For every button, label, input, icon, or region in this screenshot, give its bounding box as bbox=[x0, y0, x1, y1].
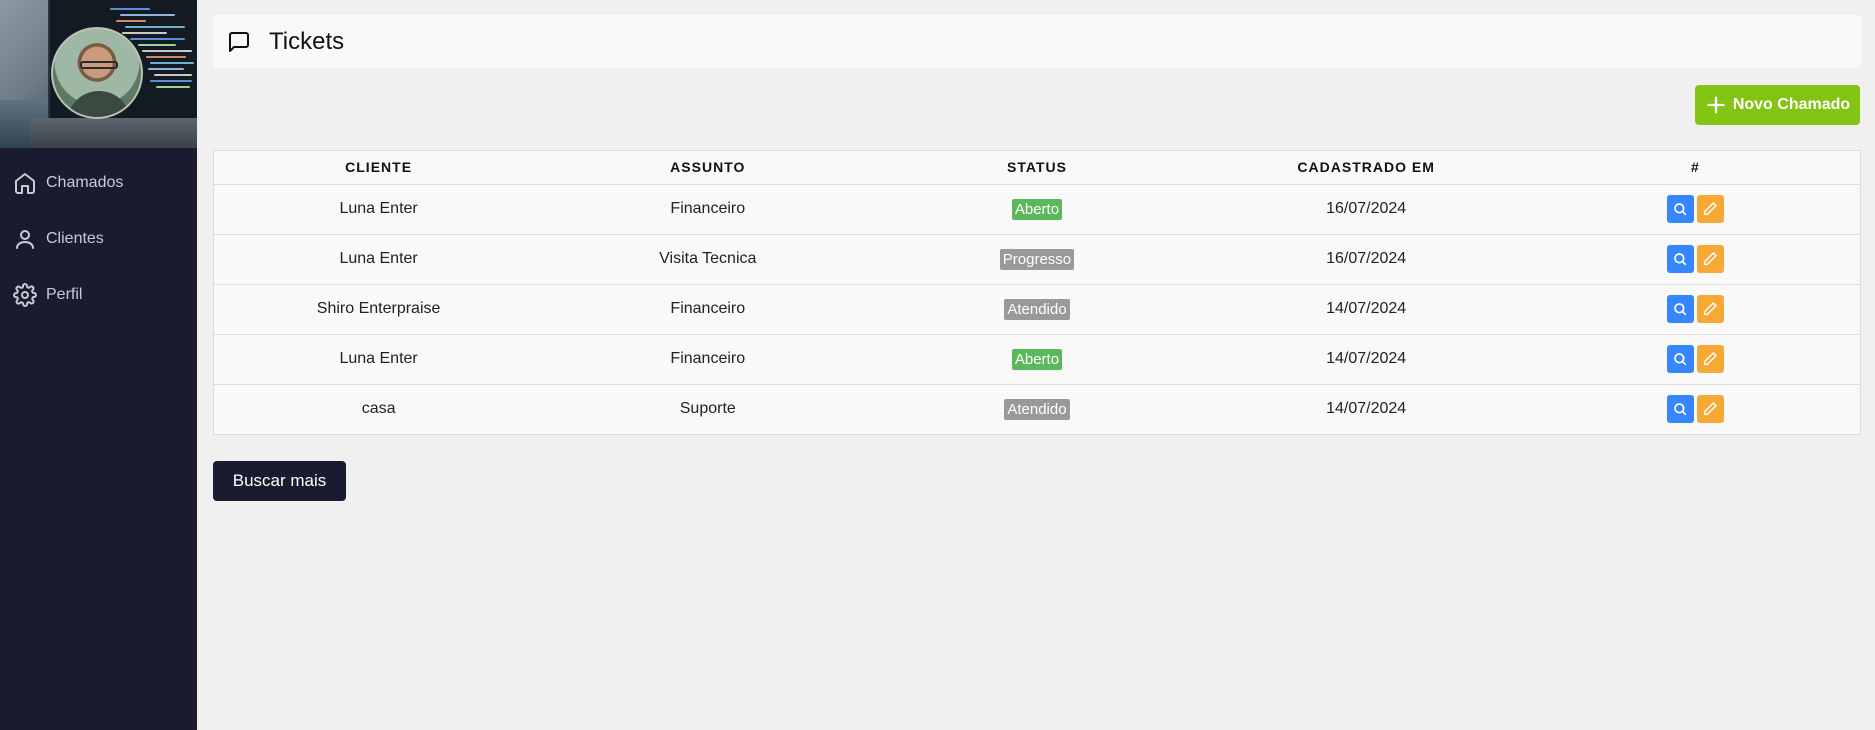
cell-actions bbox=[1530, 184, 1860, 235]
column-header-cliente: Cliente bbox=[214, 151, 544, 185]
cell-cadastrado: 14/07/2024 bbox=[1201, 284, 1531, 335]
search-icon bbox=[1672, 251, 1688, 267]
cell-assunto: Suporte bbox=[679, 400, 736, 418]
user-icon bbox=[16, 230, 34, 249]
view-ticket-button[interactable] bbox=[1666, 395, 1694, 424]
view-ticket-button[interactable] bbox=[1666, 195, 1694, 223]
sidebar-item-perfil[interactable]: Perfil bbox=[0, 267, 197, 323]
cell-actions bbox=[1530, 234, 1860, 285]
plus-icon bbox=[1707, 96, 1725, 114]
message-square-icon bbox=[229, 31, 249, 52]
view-ticket-button[interactable] bbox=[1666, 345, 1694, 373]
pencil-icon bbox=[1702, 301, 1718, 317]
status-badge: Aberto bbox=[1011, 198, 1063, 220]
pencil-icon bbox=[1702, 401, 1718, 417]
view-ticket-button[interactable] bbox=[1666, 295, 1694, 323]
status-badge: Progresso bbox=[999, 248, 1075, 270]
cell-cliente: Luna Enter bbox=[214, 184, 544, 235]
cell-cliente: Luna Enter bbox=[214, 334, 544, 385]
cell-actions bbox=[1530, 334, 1860, 385]
edit-ticket-button[interactable] bbox=[1696, 245, 1724, 273]
home-icon bbox=[15, 173, 35, 194]
cell-assunto: Visita Tecnica bbox=[543, 234, 873, 285]
view-ticket-button[interactable] bbox=[1666, 245, 1694, 273]
search-icon bbox=[1672, 351, 1688, 367]
cell-cliente: Shiro Enterpraise bbox=[214, 284, 544, 335]
cell-status: Aberto bbox=[872, 334, 1202, 385]
cell-actions bbox=[1530, 284, 1860, 335]
table-header-row: Cliente Assunto Status Cadastrado em # bbox=[214, 151, 1860, 185]
search-icon bbox=[1672, 301, 1688, 317]
sidebar-cover-image bbox=[0, 0, 197, 148]
cell-actions bbox=[1531, 384, 1860, 434]
table-row: Shiro Enterpraise Financeiro Atendido 14/07… bbox=[214, 284, 1860, 335]
page-header: Tickets bbox=[213, 15, 1861, 68]
column-header-status: Status bbox=[872, 151, 1202, 185]
cell-status: Progresso bbox=[872, 234, 1202, 285]
table-row: casa Suporte Atendido 14/07/2024 bbox=[214, 384, 1860, 434]
cell-cadastrado: 16/07/2024 bbox=[1201, 234, 1531, 285]
column-header-actions: # bbox=[1530, 151, 1860, 185]
pencil-icon bbox=[1702, 251, 1718, 267]
pencil-icon bbox=[1702, 351, 1718, 367]
sidebar-item-clientes[interactable]: Clientes bbox=[0, 211, 197, 267]
cell-status: Atendido bbox=[872, 384, 1201, 434]
status-badge: Aberto bbox=[1011, 348, 1063, 370]
edit-ticket-button[interactable] bbox=[1696, 195, 1724, 223]
edit-ticket-button[interactable] bbox=[1696, 295, 1724, 323]
table-row: Luna Enter Visita Tecnica Progresso 16/07/2… bbox=[214, 234, 1860, 285]
cell-cadastrado: 14/07/2024 bbox=[1326, 400, 1407, 418]
cell-cliente: Luna Enter bbox=[214, 234, 544, 285]
search-icon bbox=[1672, 401, 1688, 417]
new-ticket-label: Novo Chamado bbox=[1732, 96, 1851, 113]
edit-ticket-button[interactable] bbox=[1696, 395, 1724, 424]
column-header-cadastrado: Cadastrado em bbox=[1201, 151, 1531, 185]
cell-cliente: casa bbox=[361, 400, 396, 418]
edit-ticket-button[interactable] bbox=[1696, 345, 1724, 373]
search-icon bbox=[1672, 201, 1688, 217]
table-row: Luna Enter Financeiro Aberto 16/07/2024 bbox=[214, 184, 1860, 235]
sidebar-item-label: Chamados bbox=[46, 174, 124, 191]
table-row: Luna Enter Financeiro Aberto 14/07/2024 bbox=[214, 334, 1860, 385]
cell-assunto: Financeiro bbox=[543, 284, 873, 335]
cell-cadastrado: 14/07/2024 bbox=[1201, 334, 1531, 385]
sidebar-item-label: Clientes bbox=[46, 230, 104, 247]
page-title: Tickets bbox=[269, 27, 345, 55]
status-badge: Atendido bbox=[1004, 398, 1070, 420]
cell-assunto: Financeiro bbox=[543, 184, 873, 235]
pencil-icon bbox=[1702, 201, 1718, 217]
cell-cadastrado: 16/07/2024 bbox=[1201, 184, 1531, 235]
tickets-table: Cliente Assunto Status Cadastrado em # L… bbox=[213, 150, 1861, 435]
sidebar: Chamados Clientes Perfil bbox=[0, 0, 197, 730]
load-more-button[interactable]: Buscar mais bbox=[213, 461, 346, 501]
column-header-assunto: Assunto bbox=[543, 151, 873, 185]
sidebar-nav: Chamados Clientes Perfil bbox=[0, 155, 197, 323]
settings-icon bbox=[13, 283, 37, 307]
new-ticket-button[interactable]: Novo Chamado bbox=[1695, 85, 1860, 125]
cell-status: Atendido bbox=[872, 284, 1202, 335]
cell-assunto: Financeiro bbox=[543, 334, 873, 385]
status-badge: Atendido bbox=[1004, 298, 1070, 320]
cell-status: Aberto bbox=[872, 184, 1202, 235]
avatar[interactable] bbox=[51, 27, 143, 119]
sidebar-item-chamados[interactable]: Chamados bbox=[0, 155, 197, 211]
sidebar-item-label: Perfil bbox=[46, 286, 83, 303]
